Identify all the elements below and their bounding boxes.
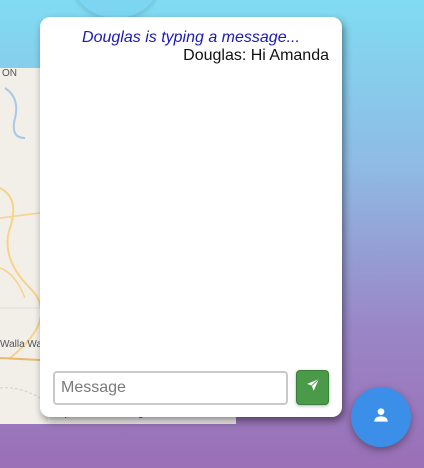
chat-panel: Douglas is typing a message... Douglas: …: [40, 17, 342, 417]
user-fab-button[interactable]: [351, 387, 411, 447]
typing-indicator: Douglas is typing a message...: [82, 29, 300, 46]
message-input[interactable]: [53, 371, 288, 405]
map-label-on: ON: [2, 68, 17, 79]
chat-message: Douglas: Hi Amanda: [183, 47, 329, 64]
paper-plane-icon: [306, 378, 320, 397]
send-button[interactable]: [296, 370, 329, 405]
top-decorative-circle: [72, 0, 160, 18]
person-icon: [373, 407, 389, 428]
